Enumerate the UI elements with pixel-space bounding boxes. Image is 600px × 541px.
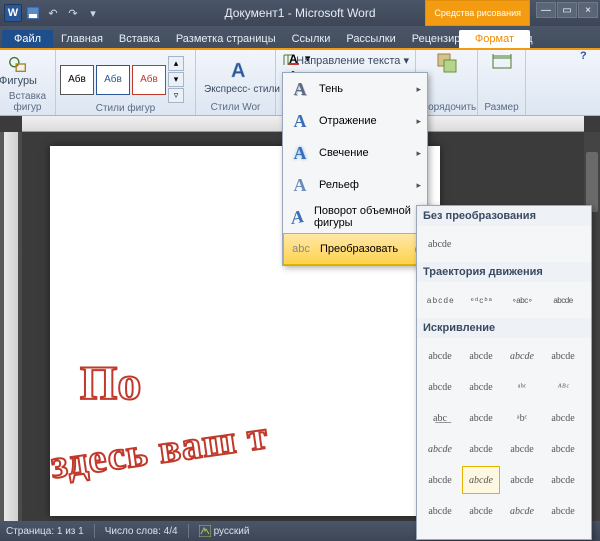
- transform-warp-23[interactable]: abcde: [544, 497, 582, 525]
- transform-warp-header: Искривление: [417, 318, 591, 338]
- transform-warp-22[interactable]: abcde: [503, 497, 541, 525]
- menu-reflection[interactable]: AОтражение▸: [283, 105, 427, 137]
- transform-warp-6[interactable]: ᵃᵇᶜ: [503, 373, 541, 401]
- transform-warp-4[interactable]: abcde: [421, 373, 459, 401]
- transform-path-button[interactable]: abcde: [544, 286, 582, 314]
- transform-warp-5[interactable]: abcde: [462, 373, 500, 401]
- transform-warp-15[interactable]: abcde: [544, 435, 582, 463]
- transform-warp-19[interactable]: abcde: [544, 466, 582, 494]
- app-icon: W: [4, 4, 22, 22]
- menu-shadow[interactable]: AТень▸: [283, 73, 427, 105]
- tab-references[interactable]: Ссылки: [284, 30, 339, 48]
- transform-warp-12[interactable]: abcde: [421, 435, 459, 463]
- group-insert-shapes: Вставка фигур: [4, 91, 51, 113]
- style-scroll-up[interactable]: ▴: [168, 56, 184, 71]
- qat-dropdown-icon[interactable]: ▾: [84, 4, 102, 22]
- style-more[interactable]: ▿: [168, 88, 184, 103]
- tab-format[interactable]: Формат: [459, 30, 530, 48]
- help-icon[interactable]: ?: [580, 50, 596, 66]
- transform-warp-0[interactable]: abcde: [421, 342, 459, 370]
- close-button[interactable]: ×: [578, 2, 598, 18]
- transform-path-arch[interactable]: a b c d e: [421, 286, 459, 314]
- transform-warp-7[interactable]: ᴬᴮᶜ: [544, 373, 582, 401]
- menu-transform[interactable]: abcПреобразовать▸: [283, 233, 427, 265]
- status-language[interactable]: русский: [199, 525, 250, 537]
- transform-warp-13[interactable]: abcde: [462, 435, 500, 463]
- quick-styles-button[interactable]: A Экспресс- стили: [200, 57, 284, 95]
- contextual-tab-drawing-tools: Средства рисования: [425, 0, 530, 26]
- menu-bevel[interactable]: AРельеф▸: [283, 169, 427, 201]
- text-effects-menu: AТень▸ AОтражение▸ AСвечение▸ AРельеф▸ A…: [282, 72, 428, 266]
- vertical-ruler[interactable]: [0, 132, 22, 521]
- transform-warp-20[interactable]: abcde: [421, 497, 459, 525]
- menu-3d-rotation[interactable]: AПоворот объемной фигуры▸: [283, 201, 427, 233]
- transform-warp-18[interactable]: abcde: [503, 466, 541, 494]
- transform-warp-1[interactable]: abcde: [462, 342, 500, 370]
- group-wordart-styles: Стили Wor: [200, 102, 271, 113]
- menu-glow[interactable]: AСвечение▸: [283, 137, 427, 169]
- size-button[interactable]: [485, 50, 519, 76]
- transform-warp-17[interactable]: abcde: [462, 466, 500, 494]
- arrange-button[interactable]: [430, 50, 464, 76]
- transform-warp-2[interactable]: abcde: [503, 342, 541, 370]
- transform-submenu: Без преобразования abcde Траектория движ…: [416, 205, 592, 540]
- group-size: Размер: [484, 102, 518, 113]
- status-page[interactable]: Страница: 1 из 1: [6, 526, 84, 537]
- transform-warp-3[interactable]: abcde: [544, 342, 582, 370]
- shape-style-2[interactable]: Абв: [96, 65, 130, 95]
- transform-warp-21[interactable]: abcde: [462, 497, 500, 525]
- shape-style-1[interactable]: Абв: [60, 65, 94, 95]
- transform-warp-9[interactable]: abcde: [462, 404, 500, 432]
- shapes-label: Фигуры: [0, 75, 37, 87]
- qat-save-icon[interactable]: [24, 4, 42, 22]
- transform-warp-14[interactable]: abcde: [503, 435, 541, 463]
- transform-path-header: Траектория движения: [417, 262, 591, 282]
- tab-home[interactable]: Главная: [53, 30, 111, 48]
- svg-text:A: A: [231, 60, 245, 82]
- tab-file[interactable]: Файл: [2, 30, 53, 48]
- shapes-gallery-button[interactable]: Фигуры: [4, 50, 32, 90]
- wordart-text-2[interactable]: здесь ваш т: [48, 411, 271, 488]
- group-shape-styles: Стили фигур: [60, 103, 191, 114]
- transform-none-header: Без преобразования: [417, 206, 591, 226]
- transform-warp-8[interactable]: a͟b͟c͟: [421, 404, 459, 432]
- transform-warp-10[interactable]: ᵃbᶜ: [503, 404, 541, 432]
- status-word-count[interactable]: Число слов: 4/4: [105, 526, 178, 537]
- tab-mailings[interactable]: Рассылки: [338, 30, 403, 48]
- transform-path-arch-down[interactable]: ᵉ ᵈ c ᵇ ᵃ: [462, 286, 500, 314]
- transform-path-circle[interactable]: ∘abc∘: [503, 286, 541, 314]
- transform-warp-11[interactable]: abcde: [544, 404, 582, 432]
- style-scroll-down[interactable]: ▾: [168, 72, 184, 87]
- qat-undo-icon[interactable]: ↶: [44, 4, 62, 22]
- text-direction-button[interactable]: Направление текста ▾: [280, 52, 411, 68]
- tab-page-layout[interactable]: Разметка страницы: [168, 30, 284, 48]
- qat-redo-icon[interactable]: ↷: [64, 4, 82, 22]
- tab-insert[interactable]: Вставка: [111, 30, 168, 48]
- maximize-button[interactable]: ▭: [557, 2, 577, 18]
- minimize-button[interactable]: —: [536, 2, 556, 18]
- transform-warp-16[interactable]: abcde: [421, 466, 459, 494]
- wordart-text-1[interactable]: По: [80, 356, 141, 411]
- transform-none[interactable]: abcde: [421, 230, 493, 258]
- shape-style-3[interactable]: Абв: [132, 65, 166, 95]
